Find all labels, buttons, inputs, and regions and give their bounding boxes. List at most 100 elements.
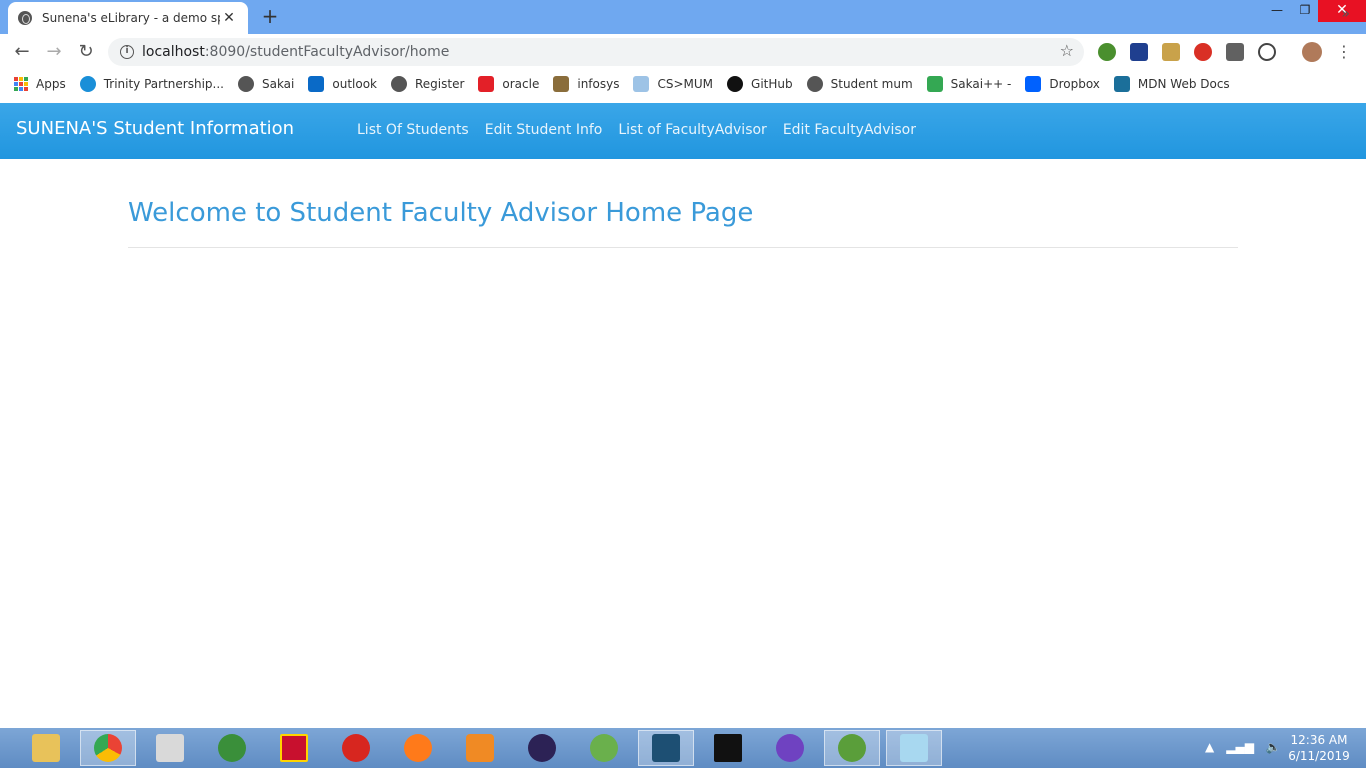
github-desktop-icon bbox=[776, 734, 804, 762]
globe-icon bbox=[237, 76, 254, 92]
reload-button[interactable]: ↻ bbox=[74, 40, 98, 64]
folder-icon bbox=[32, 734, 60, 762]
bookmark-label: Apps bbox=[36, 77, 66, 91]
extension-sync-icon[interactable] bbox=[1258, 43, 1276, 61]
page-title: Welcome to Student Faculty Advisor Home … bbox=[128, 198, 754, 228]
mysql-icon bbox=[652, 734, 680, 762]
bookmarks-bar: Apps Trinity Partnership... Sakai outlook Re… bbox=[0, 70, 1366, 98]
chrome-icon bbox=[94, 734, 122, 762]
bookmark-item[interactable]: MDN Web Docs bbox=[1113, 76, 1230, 92]
spring-icon bbox=[590, 734, 618, 762]
bookmark-item[interactable]: Sakai++ - bbox=[926, 76, 1012, 92]
more-bookmarks-button[interactable]: » bbox=[1341, 6, 1350, 22]
nav-links: List Of Students Edit Student Info List … bbox=[357, 122, 916, 138]
globe-icon bbox=[391, 76, 407, 92]
clock-time: 12:36 AM bbox=[1290, 733, 1348, 747]
dropbox-icon bbox=[1025, 76, 1042, 92]
nav-edit-student-info[interactable]: Edit Student Info bbox=[485, 122, 603, 138]
system-tray: ▲ ▂▄▆ 🔈 bbox=[1205, 740, 1281, 754]
bookmark-label: MDN Web Docs bbox=[1137, 77, 1230, 91]
menu-kebab-icon[interactable]: ⋮ bbox=[1332, 40, 1356, 64]
taskbar-spring-tool-2[interactable] bbox=[824, 730, 880, 766]
tab-title: Sunena's eLibrary - a demo spring bbox=[42, 11, 220, 25]
bookmark-item[interactable]: oracle bbox=[478, 76, 539, 92]
chevron-up-icon[interactable]: ▲ bbox=[1205, 740, 1214, 754]
profile-avatar[interactable] bbox=[1302, 42, 1322, 62]
bookmark-label: Sakai bbox=[261, 77, 295, 91]
taskbar-pdf[interactable] bbox=[328, 730, 384, 766]
bookmark-star-icon[interactable]: ☆ bbox=[1060, 41, 1074, 60]
network-icon[interactable]: ▂▄▆ bbox=[1226, 740, 1254, 754]
taskbar-mysql[interactable] bbox=[638, 730, 694, 766]
bookmark-item[interactable]: outlook bbox=[308, 76, 377, 92]
bookmark-label: Trinity Partnership... bbox=[103, 77, 224, 91]
notepad-icon bbox=[900, 734, 928, 762]
taskbar-clock[interactable]: 12:36 AM 6/11/2019 bbox=[1284, 732, 1354, 764]
new-tab-button[interactable]: + bbox=[258, 4, 282, 28]
nav-list-of-faculty-advisor[interactable]: List of FacultyAdvisor bbox=[618, 122, 766, 138]
nav-edit-faculty-advisor[interactable]: Edit FacultyAdvisor bbox=[783, 122, 916, 138]
spring-icon bbox=[838, 734, 866, 762]
taskbar-notepad[interactable] bbox=[886, 730, 942, 766]
taskbar-eclipse[interactable] bbox=[514, 730, 570, 766]
taskbar-chrome[interactable] bbox=[80, 730, 136, 766]
taskbar-download-manager[interactable] bbox=[204, 730, 260, 766]
taskbar-firefox[interactable] bbox=[390, 730, 446, 766]
bookmark-item[interactable]: Dropbox bbox=[1025, 76, 1100, 92]
flag-icon bbox=[280, 734, 308, 762]
apps-grid-icon bbox=[14, 77, 28, 91]
extension-paint-icon[interactable] bbox=[1162, 43, 1180, 61]
taskbar-spring-tool[interactable] bbox=[576, 730, 632, 766]
restore-button[interactable]: ❐ bbox=[1290, 0, 1320, 22]
nav-list-of-students[interactable]: List Of Students bbox=[357, 122, 469, 138]
taskbar-github-desktop[interactable] bbox=[762, 730, 818, 766]
bookmark-item[interactable]: CS>MUM bbox=[633, 76, 713, 92]
app-navbar: SUNENA'S Student Information List Of Stu… bbox=[0, 103, 1366, 159]
taskbar-intellij[interactable] bbox=[700, 730, 756, 766]
back-button[interactable]: ← bbox=[10, 40, 34, 64]
extension-yab-icon[interactable] bbox=[1194, 43, 1212, 61]
taskbar-explorer[interactable] bbox=[18, 730, 74, 766]
extension-globe-icon[interactable] bbox=[1098, 43, 1116, 61]
bookmark-item[interactable]: Register bbox=[391, 76, 464, 92]
edge-icon bbox=[79, 76, 96, 92]
app-brand[interactable]: SUNENA'S Student Information bbox=[16, 118, 294, 139]
bookmark-label: Dropbox bbox=[1049, 77, 1100, 91]
bookmark-item[interactable]: Apps bbox=[14, 77, 66, 91]
bookmark-label: Sakai++ - bbox=[950, 77, 1012, 91]
bookmark-item[interactable]: Trinity Partnership... bbox=[79, 76, 224, 92]
forward-button[interactable]: → bbox=[42, 40, 66, 64]
globe-icon bbox=[806, 76, 823, 92]
taskbar-foxit[interactable] bbox=[452, 730, 508, 766]
heading-divider bbox=[128, 247, 1238, 248]
drive-icon bbox=[926, 76, 943, 92]
browser-tab[interactable]: Sunena's eLibrary - a demo spring ✕ bbox=[8, 2, 248, 34]
bookmark-item[interactable]: Sakai bbox=[237, 76, 295, 92]
taskbar-calculator[interactable] bbox=[142, 730, 198, 766]
taskbar: ▲ ▂▄▆ 🔈 12:36 AM 6/11/2019 bbox=[0, 728, 1366, 768]
url-path: :8090/studentFacultyAdvisor/home bbox=[204, 44, 450, 60]
taskbar-flag-app[interactable] bbox=[266, 730, 322, 766]
bookmark-label: oracle bbox=[502, 77, 540, 91]
bookmark-item[interactable]: Student mum bbox=[806, 76, 913, 92]
bookmark-item[interactable]: GitHub bbox=[727, 76, 793, 92]
address-bar[interactable]: i localhost:8090/studentFacultyAdvisor/h… bbox=[108, 38, 1084, 66]
volume-icon[interactable]: 🔈 bbox=[1266, 740, 1281, 754]
browser-toolbar: ← → ↻ i localhost:8090/studentFacultyAdv… bbox=[0, 34, 1366, 70]
site-info-icon[interactable]: i bbox=[120, 45, 134, 59]
page-icon bbox=[633, 76, 650, 92]
browser-tab-strip: Sunena's eLibrary - a demo spring ✕ + — … bbox=[0, 0, 1366, 34]
clock-date: 6/11/2019 bbox=[1288, 749, 1350, 763]
close-tab-icon[interactable]: ✕ bbox=[220, 10, 238, 26]
firefox-icon bbox=[404, 734, 432, 762]
facebook-icon[interactable] bbox=[1226, 43, 1244, 61]
url-host: localhost bbox=[142, 44, 205, 60]
extension-chart-icon[interactable] bbox=[1130, 43, 1148, 61]
bookmark-label: infosys bbox=[577, 77, 620, 91]
globe-icon bbox=[18, 11, 32, 25]
minimize-button[interactable]: — bbox=[1262, 0, 1292, 22]
github-icon bbox=[727, 76, 744, 92]
bookmark-label: CS>MUM bbox=[657, 77, 714, 91]
bookmark-item[interactable]: infosys bbox=[553, 76, 619, 92]
calculator-icon bbox=[156, 734, 184, 762]
